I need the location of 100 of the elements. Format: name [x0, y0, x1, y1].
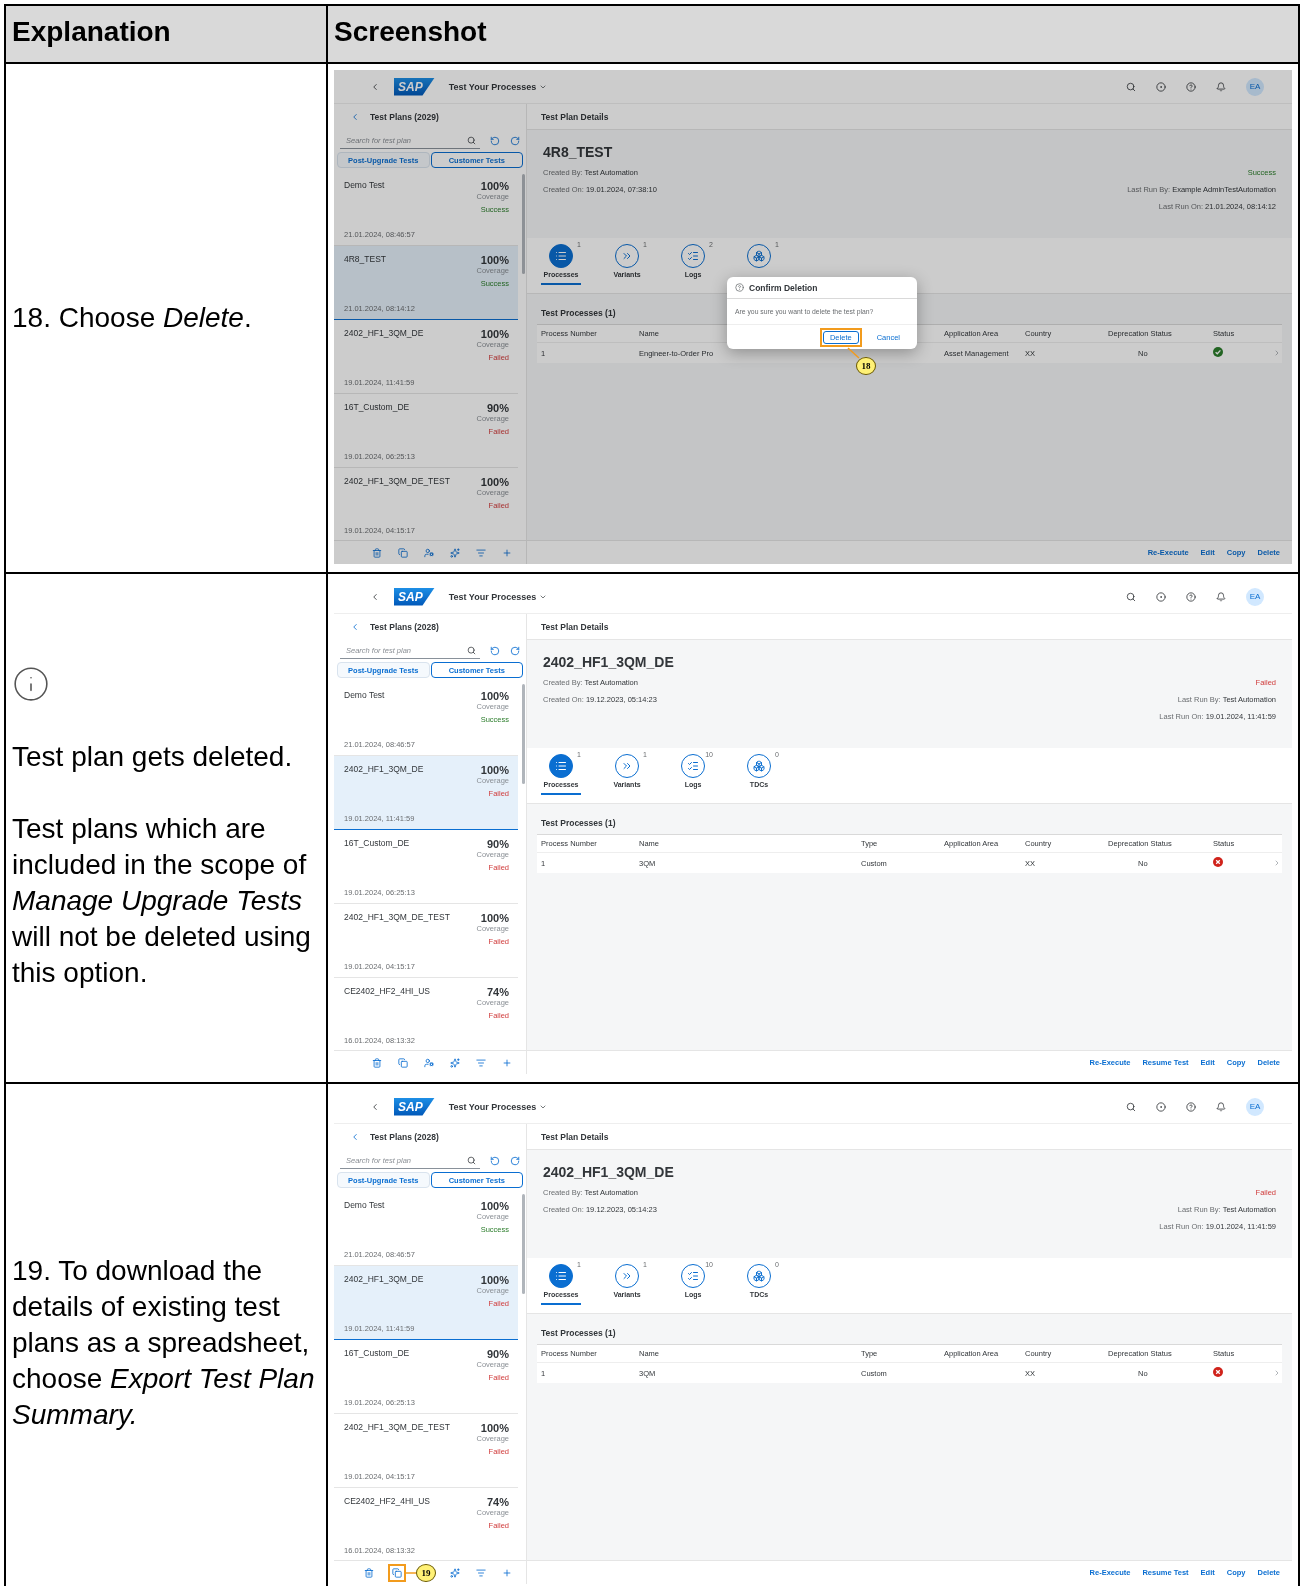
trash-icon[interactable] — [372, 547, 382, 558]
chevron-icon[interactable] — [1273, 349, 1281, 357]
plan-name: CE2402_HF2_4HI_US — [344, 1496, 431, 1508]
user-avatar[interactable]: EA — [1246, 587, 1264, 606]
coverage-value: 90% — [485, 838, 509, 850]
plus-icon[interactable] — [502, 1057, 512, 1068]
search-icon[interactable] — [1126, 591, 1136, 602]
chevron-icon[interactable] — [1273, 859, 1281, 867]
refresh-icon[interactable] — [510, 136, 520, 146]
back-icon[interactable] — [350, 622, 360, 632]
trash-icon[interactable] — [372, 1057, 382, 1068]
table-title: Test Processes (1) — [541, 1328, 616, 1338]
plan-name: 2402_HF1_3QM_DE_TEST — [344, 1422, 451, 1434]
column-heading: Screenshot — [328, 6, 1300, 64]
filter-icon[interactable] — [476, 547, 486, 558]
list-icon — [549, 1264, 573, 1288]
plan-name: CE2402_HF2_4HI_US — [344, 986, 431, 998]
logo: SAP — [394, 587, 435, 606]
plan-name: 4R8_TEST — [344, 254, 388, 266]
filter-icon[interactable] — [476, 1057, 486, 1068]
search-icon[interactable] — [1126, 81, 1136, 92]
plan-name: 2402_HF1_3QM_DE — [344, 328, 425, 340]
chevrons-icon — [615, 754, 639, 778]
boxes-icon — [747, 244, 771, 268]
user-gear-icon[interactable] — [424, 547, 434, 558]
plan-title: 4R8_TEST — [543, 144, 614, 160]
user-gear-icon[interactable] — [424, 1057, 434, 1068]
help-icon[interactable] — [1186, 81, 1196, 92]
refresh-icon[interactable] — [510, 646, 520, 656]
explanation-text: Test plan gets deleted. — [12, 740, 294, 774]
user-avatar[interactable]: EA — [1246, 77, 1264, 96]
search-icon[interactable] — [467, 1156, 476, 1165]
coverage-value: 100% — [479, 180, 509, 192]
explanation-text: 18. Choose Delete. — [12, 301, 253, 335]
plus-icon[interactable] — [502, 1567, 512, 1578]
reset-icon[interactable] — [490, 136, 500, 146]
coverage-value: 100% — [479, 1200, 509, 1212]
sparkle-icon[interactable] — [450, 1567, 460, 1578]
app-title-menu[interactable]: Test Your Processes — [448, 1101, 548, 1112]
boxes-icon — [747, 1264, 771, 1288]
sparkle-icon[interactable] — [450, 1057, 460, 1068]
bell-icon[interactable] — [1216, 1101, 1226, 1112]
coverage-value: 100% — [479, 1422, 509, 1434]
bell-icon[interactable] — [1216, 81, 1226, 92]
checklist-icon — [681, 754, 705, 778]
refresh-icon[interactable] — [510, 1156, 520, 1166]
search-icon[interactable] — [467, 646, 476, 655]
coverage-value: 100% — [479, 254, 509, 266]
list-title: Test Plans (2028) — [370, 1132, 439, 1142]
back-icon[interactable] — [350, 112, 360, 122]
logo: SAP — [394, 1097, 435, 1116]
scrollbar[interactable] — [522, 174, 525, 274]
help-icon[interactable] — [1186, 1101, 1196, 1112]
scrollbar[interactable] — [522, 684, 525, 784]
search-icon[interactable] — [1126, 1101, 1136, 1112]
explanation-text: Test plans which are included in the scope of Manage Upgrade Tests will not be deleted using this option. — [12, 812, 312, 990]
scrollbar[interactable] — [522, 1194, 525, 1294]
help-icon[interactable] — [1186, 591, 1196, 602]
plan-name: 16T_Custom_DE — [344, 838, 411, 850]
list-icon — [549, 754, 573, 778]
circle-dot-icon[interactable] — [1156, 1101, 1166, 1112]
app-title-menu[interactable]: Test Your Processes — [448, 591, 548, 602]
coverage-value: 74% — [485, 986, 509, 998]
success-icon — [1213, 347, 1223, 357]
search-icon[interactable] — [467, 136, 476, 145]
back-icon[interactable] — [370, 81, 380, 92]
plan-name: 2402_HF1_3QM_DE_TEST — [344, 476, 451, 488]
error-icon — [1213, 857, 1223, 867]
coverage-value: 90% — [485, 402, 509, 414]
trash-icon[interactable] — [364, 1567, 374, 1578]
reset-icon[interactable] — [490, 646, 500, 656]
coverage-value: 100% — [479, 690, 509, 702]
copy-icon[interactable] — [398, 547, 408, 558]
sparkle-icon[interactable] — [450, 547, 460, 558]
list-icon — [549, 244, 573, 268]
circle-dot-icon[interactable] — [1156, 591, 1166, 602]
chevrons-icon — [615, 244, 639, 268]
column-heading: Explanation — [6, 6, 328, 64]
filter-icon[interactable] — [476, 1567, 486, 1578]
back-icon[interactable] — [370, 591, 380, 602]
bell-icon[interactable] — [1216, 591, 1226, 602]
plus-icon[interactable] — [502, 547, 512, 558]
plan-name: Demo Test — [344, 180, 386, 192]
back-icon[interactable] — [370, 1101, 380, 1112]
circle-dot-icon[interactable] — [1156, 81, 1166, 92]
chevron-icon[interactable] — [1273, 1369, 1281, 1377]
plan-name: 16T_Custom_DE — [344, 1348, 411, 1360]
back-icon[interactable] — [350, 1132, 360, 1142]
question-icon — [735, 283, 744, 292]
app-title-menu[interactable]: Test Your Processes — [448, 81, 548, 92]
details-title: Test Plan Details — [541, 621, 609, 632]
checklist-icon — [681, 244, 705, 268]
user-avatar[interactable]: EA — [1246, 1097, 1264, 1116]
reset-icon[interactable] — [490, 1156, 500, 1166]
coverage-value: 100% — [479, 912, 509, 924]
copy-icon[interactable] — [398, 1057, 408, 1068]
copy-icon[interactable] — [392, 1567, 402, 1578]
plan-name: 2402_HF1_3QM_DE — [344, 764, 425, 776]
plan-title: 2402_HF1_3QM_DE — [543, 654, 675, 670]
logo: SAP — [394, 77, 435, 96]
